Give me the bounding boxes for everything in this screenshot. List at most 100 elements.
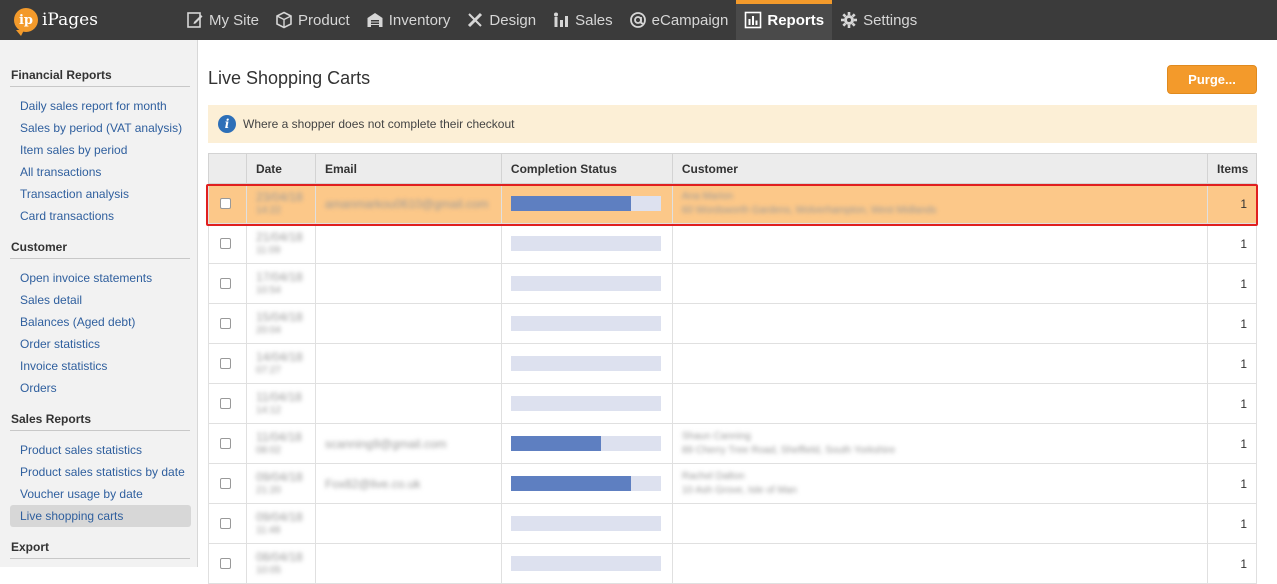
table-row[interactable]: 21/04/18 11:09 1 xyxy=(208,223,1258,264)
info-icon: i xyxy=(218,115,236,133)
nav-label: Inventory xyxy=(388,11,451,29)
sidebar-item-balances-aged-debt[interactable]: Balances (Aged debt) xyxy=(10,311,191,333)
table-row[interactable]: 09/04/18 11:48 1 xyxy=(208,503,1258,544)
date-cell: 14/04/18 07:27 xyxy=(245,343,316,384)
nav-design[interactable]: Design xyxy=(458,0,544,40)
row-checkbox[interactable] xyxy=(220,318,231,329)
sidebar-item-card-transactions[interactable]: Card transactions xyxy=(10,205,191,227)
nav-ecampaign[interactable]: eCampaign xyxy=(621,0,737,40)
table-row[interactable]: 23/04/18 14:22 amanmarkou0610@gmail.com Ana… xyxy=(208,183,1258,224)
time-text: 21:20 xyxy=(255,484,281,496)
customer-cell xyxy=(671,263,1208,304)
date-text: 08/04/18 xyxy=(255,549,303,564)
time-text: 08:02 xyxy=(255,444,281,456)
progress-fill xyxy=(510,476,631,491)
sidebar-item-sales-detail[interactable]: Sales detail xyxy=(10,289,191,311)
table-row[interactable]: 11/04/18 14:12 1 xyxy=(208,383,1258,424)
customer-name: Shaun Canning xyxy=(681,430,751,442)
warehouse-icon xyxy=(366,11,389,29)
customer-name: Ana Marion xyxy=(681,190,734,202)
table-row[interactable]: 08/04/18 10:05 1 xyxy=(208,543,1258,584)
checkbox-cell xyxy=(208,303,247,344)
purge-button[interactable]: Purge... xyxy=(1167,65,1257,94)
row-checkbox[interactable] xyxy=(220,358,231,369)
nav-product[interactable]: Product xyxy=(267,0,358,40)
progress-fill xyxy=(510,436,601,451)
time-text: 14:12 xyxy=(255,404,281,416)
date-text: 23/04/18 xyxy=(255,189,303,204)
column-header[interactable]: Completion Status xyxy=(500,153,673,184)
column-header[interactable]: Date xyxy=(245,153,316,184)
checkbox-cell xyxy=(208,263,247,304)
email-text: scanning9@gmail.com xyxy=(324,436,447,451)
sidebar-item-sales-by-period-vat-analysis[interactable]: Sales by period (VAT analysis) xyxy=(10,117,191,139)
sidebar-item-voucher-usage-by-date[interactable]: Voucher usage by date xyxy=(10,483,191,505)
email-cell xyxy=(314,503,502,544)
customer-address: 60 Wordsworth Gardens, Wolverhampton, We… xyxy=(681,204,937,216)
customer-cell xyxy=(671,223,1208,264)
table-row[interactable]: 11/04/18 08:02 scanning9@gmail.com Shaun Ca… xyxy=(208,423,1258,464)
sidebar-heading: Financial Reports xyxy=(10,68,190,87)
nav-reports[interactable]: Reports xyxy=(736,0,833,40)
email-cell xyxy=(314,263,502,304)
table-row[interactable]: 15/04/18 20:04 1 xyxy=(208,303,1258,344)
completion-cell xyxy=(500,503,673,544)
email-cell: amanmarkou0610@gmail.com xyxy=(314,183,502,224)
sidebar-item-item-sales-by-period[interactable]: Item sales by period xyxy=(10,139,191,161)
email-text: Fox82@live.co.uk xyxy=(324,476,421,491)
customer-cell xyxy=(671,343,1208,384)
row-checkbox[interactable] xyxy=(220,198,231,209)
column-header[interactable]: Email xyxy=(314,153,502,184)
sidebar-item-all-transactions[interactable]: All transactions xyxy=(10,161,191,183)
completion-cell xyxy=(500,263,673,304)
nav-label: Product xyxy=(298,11,350,29)
sidebar-item-product-sales-statistics[interactable]: Product sales statistics xyxy=(10,439,191,461)
items-count: 1 xyxy=(1206,503,1258,544)
customer-address: 89 Cherry Tree Road, Sheffield, South Yo… xyxy=(681,444,896,456)
sidebar-item-open-invoice-statements[interactable]: Open invoice statements xyxy=(10,267,191,289)
logo[interactable]: ip iPages xyxy=(14,8,98,36)
email-cell xyxy=(314,343,502,384)
sidebar-item-order-statistics[interactable]: Order statistics xyxy=(10,333,191,355)
completion-progress-bar xyxy=(510,556,661,571)
column-header[interactable]: Items xyxy=(1206,153,1258,184)
table-row[interactable]: 09/04/18 21:20 Fox82@live.co.uk Rachel Dalt… xyxy=(208,463,1258,504)
date-text: 11/04/18 xyxy=(255,429,302,444)
completion-cell xyxy=(500,343,673,384)
edit-page-icon xyxy=(186,11,209,29)
date-cell: 21/04/18 11:09 xyxy=(245,223,316,264)
sidebar-item-orders[interactable]: Orders xyxy=(10,377,191,399)
nav-my-site[interactable]: My Site xyxy=(178,0,267,40)
nav-settings[interactable]: Settings xyxy=(832,0,925,40)
sidebar-item-invoice-statistics[interactable]: Invoice statistics xyxy=(10,355,191,377)
table-row[interactable]: 14/04/18 07:27 1 xyxy=(208,343,1258,384)
row-checkbox[interactable] xyxy=(220,398,231,409)
sidebar-item-transaction-analysis[interactable]: Transaction analysis xyxy=(10,183,191,205)
shopping-carts-table: Date Email Completion Status Customer Items … xyxy=(208,153,1258,584)
row-checkbox[interactable] xyxy=(220,558,231,569)
sidebar-item-live-shopping-carts[interactable]: Live shopping carts xyxy=(10,505,191,527)
sidebar-item-daily-sales-report-for-month[interactable]: Daily sales report for month xyxy=(10,95,191,117)
email-cell xyxy=(314,543,502,584)
pencil-ruler-icon xyxy=(466,11,489,29)
completion-cell xyxy=(500,183,673,224)
nav-inventory[interactable]: Inventory xyxy=(358,0,459,40)
info-text: Where a shopper does not complete their … xyxy=(243,117,515,131)
row-checkbox[interactable] xyxy=(220,518,231,529)
row-checkbox[interactable] xyxy=(220,478,231,489)
nav-sales[interactable]: Sales xyxy=(544,0,621,40)
row-checkbox[interactable] xyxy=(220,278,231,289)
gear-icon xyxy=(840,11,863,29)
customer-cell: Rachel Dalton 10 Ash Grove, Isle of Man xyxy=(671,463,1208,504)
row-checkbox[interactable] xyxy=(220,238,231,249)
column-header[interactable]: Customer xyxy=(671,153,1208,184)
row-checkbox[interactable] xyxy=(220,438,231,449)
sidebar-item-product-sales-statistics-by-date[interactable]: Product sales statistics by date xyxy=(10,461,191,483)
table-row[interactable]: 17/04/18 10:54 1 xyxy=(208,263,1258,304)
date-cell: 17/04/18 10:54 xyxy=(245,263,316,304)
sales-icon xyxy=(552,11,575,29)
items-count: 1 xyxy=(1206,423,1258,464)
time-text: 14:22 xyxy=(255,204,281,216)
completion-cell xyxy=(500,463,673,504)
date-cell: 08/04/18 10:05 xyxy=(245,543,316,584)
